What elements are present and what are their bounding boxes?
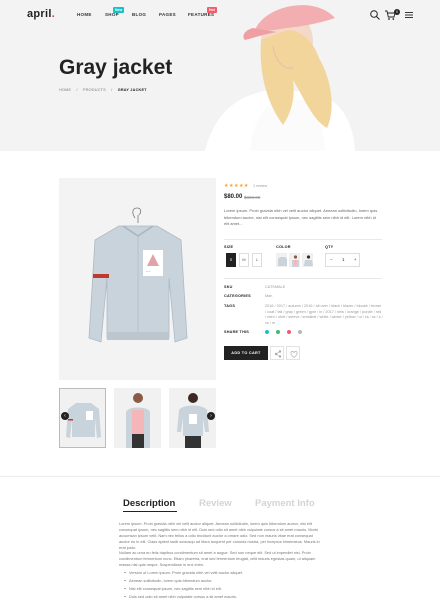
- description-bullet: Duis sed odio sit amet nibh vulputate cu…: [124, 594, 237, 599]
- share-label: SHARE THIS: [224, 330, 249, 334]
- thumbnail-next-button[interactable]: ›: [207, 412, 215, 420]
- thumbnail-model-front: [126, 393, 150, 448]
- tab-review[interactable]: Review: [199, 498, 232, 509]
- divider: [224, 239, 382, 240]
- sku-label: SKU: [224, 285, 233, 289]
- breadcrumb-products[interactable]: PRODUCTS: [83, 88, 106, 92]
- tags-value[interactable]: 2016 / 2017 / autumn / 2016 / all over /…: [265, 304, 383, 326]
- jacket-image: ~ ~: [88, 207, 188, 343]
- description-bullet: Nisi elit consequat ipsum, nec sagittis …: [124, 586, 222, 591]
- breadcrumb-home[interactable]: HOME: [59, 88, 71, 92]
- tab-payment-info[interactable]: Payment Info: [255, 498, 315, 509]
- tags-label: TAGS: [224, 304, 236, 308]
- color-label: COLOR: [276, 245, 291, 249]
- hero-banner: april. HOME SHOP New BLOG PAGES FEATURES…: [0, 0, 440, 151]
- color-swatch-image: [278, 257, 287, 266]
- tab-description[interactable]: Description: [123, 498, 175, 509]
- qty-label: QTY: [325, 245, 334, 249]
- active-tab-indicator: [123, 511, 177, 512]
- nav-pages[interactable]: PAGES: [159, 12, 176, 17]
- search-icon[interactable]: [369, 9, 381, 21]
- share-twitter-icon[interactable]: [265, 330, 269, 334]
- nav-features-badge: Hot: [207, 7, 217, 13]
- sku-value: CATSMALE: [265, 285, 286, 289]
- divider: [224, 278, 382, 279]
- color-swatch-3[interactable]: [302, 253, 313, 267]
- color-swatch-image: [304, 255, 313, 266]
- size-option-m[interactable]: M: [239, 253, 249, 267]
- breadcrumb-current: GRAY JACKET: [117, 88, 147, 92]
- nav-home[interactable]: HOME: [77, 12, 92, 17]
- svg-text:~ ~: ~ ~: [146, 269, 151, 273]
- qty-decrease-button[interactable]: −: [330, 257, 333, 262]
- nav-shop-badge: New: [113, 7, 125, 13]
- share-email-icon[interactable]: [298, 330, 302, 334]
- size-option-s[interactable]: S: [226, 253, 236, 267]
- share-pinterest-icon[interactable]: [287, 330, 291, 334]
- breadcrumb-separator: /: [76, 88, 78, 92]
- size-option-l[interactable]: L: [252, 253, 262, 267]
- review-count[interactable]: 1 review: [253, 184, 267, 188]
- breadcrumb: HOME / PRODUCTS / GRAY JACKET: [59, 88, 151, 92]
- description-bullet: Version of Lorem ipsum. Proin gravida ni…: [124, 570, 243, 575]
- size-label: SIZE: [224, 245, 234, 249]
- description-bullet: Aenean sollicitudin, lorem quis bibendum…: [123, 578, 213, 583]
- page-title: Gray jacket: [59, 56, 173, 79]
- nav-blog[interactable]: BLOG: [132, 12, 146, 17]
- color-swatch-image: [292, 255, 299, 267]
- wishlist-button[interactable]: [286, 346, 300, 360]
- categories-label: CATEGORIES: [224, 294, 251, 298]
- add-to-cart-button[interactable]: ADD TO CART: [224, 346, 268, 360]
- quantity-stepper: − 1 +: [325, 253, 360, 267]
- description-paragraph-1: Lorem ipsum. Proin gravida nibh vel veli…: [119, 521, 320, 550]
- qty-value[interactable]: 1: [342, 257, 345, 262]
- compare-button[interactable]: [270, 346, 284, 360]
- brand-logo[interactable]: april.: [27, 8, 55, 20]
- short-description: Lorem ipsum. Proin gravida nibh vel veli…: [224, 208, 378, 226]
- top-navigation: april. HOME SHOP New BLOG PAGES FEATURES…: [0, 0, 440, 30]
- share-icon: [274, 350, 282, 358]
- categories-value[interactable]: Man: [265, 294, 383, 300]
- menu-icon[interactable]: [403, 9, 415, 21]
- color-swatch-1[interactable]: [276, 253, 287, 267]
- rating-stars: ★★★★★: [224, 183, 249, 189]
- thumbnail-prev-button[interactable]: ‹: [61, 412, 69, 420]
- thumbnail-2[interactable]: [114, 388, 161, 448]
- product-main-image[interactable]: ~ ~: [59, 178, 216, 380]
- heart-icon: [290, 351, 298, 358]
- old-price: $300.00: [244, 195, 261, 200]
- qty-increase-button[interactable]: +: [354, 257, 357, 262]
- share-facebook-icon[interactable]: [276, 330, 280, 334]
- description-paragraph-2: Nullam ac urna eu felis dapibus condimen…: [119, 550, 316, 567]
- cart-count-badge: 0: [394, 9, 400, 15]
- breadcrumb-separator: /: [111, 88, 113, 92]
- color-swatch-2[interactable]: [289, 253, 300, 267]
- price: $80.00: [224, 194, 243, 200]
